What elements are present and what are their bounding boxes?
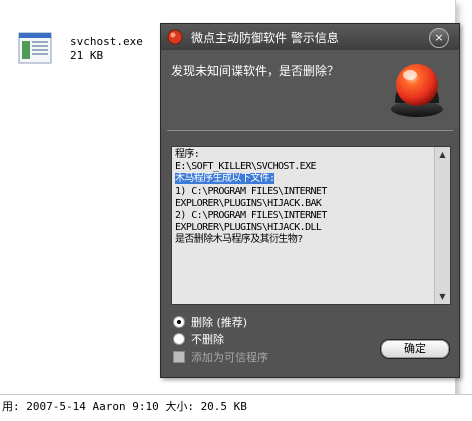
app-logo-icon [167, 29, 183, 45]
message-scrollbar[interactable]: ▲ ▼ [434, 147, 450, 304]
file-size: 21 KB [70, 49, 104, 62]
message-box[interactable]: 程序: E:\SOFT_KILLER\SVCHOST.EXE 木马程序生成以下文… [171, 146, 451, 305]
trust-checkbox-label: 添加为可信程序 [191, 351, 268, 364]
file-name: svchost.exe [70, 35, 143, 48]
scroll-down-arrow-icon[interactable]: ▼ [435, 289, 450, 304]
scroll-up-arrow-icon[interactable]: ▲ [435, 147, 450, 162]
divider [167, 130, 453, 131]
warning-dialog: 微点主动防御软件 警示信息 × 发现未知间谍软件，是否删除？ 程序: E:\SO… [160, 23, 460, 378]
dialog-header: 发现未知间谍软件，是否删除？ [161, 50, 459, 130]
message-text: 程序: E:\SOFT_KILLER\SVCHOST.EXE 木马程序生成以下文… [175, 149, 433, 247]
message-file-list: 1) C:\PROGRAM FILES\INTERNET EXPLORER\PL… [175, 185, 327, 246]
trust-checkbox [173, 351, 185, 363]
option-keep-label: 不删除 [191, 333, 224, 346]
executable-file-icon [18, 32, 52, 64]
radio-delete[interactable] [173, 316, 185, 328]
dialog-titlebar[interactable]: 微点主动防御软件 警示信息 × [161, 24, 459, 50]
radio-keep[interactable] [173, 333, 185, 345]
file-item-svchost[interactable]: svchost.exe 21 KB [18, 32, 148, 66]
ok-button[interactable]: 确定 [380, 339, 450, 359]
close-button[interactable]: × [429, 28, 449, 48]
message-highlight: 木马程序生成以下文件: [175, 173, 275, 185]
status-bar: 用: 2007-5-14 Aaron 9:10 大小: 20.5 KB [0, 394, 472, 421]
question-text: 发现未知间谍软件，是否删除？ [171, 64, 340, 78]
dialog-title: 微点主动防御软件 警示信息 [191, 31, 339, 45]
option-delete-label: 删除 (推荐) [191, 316, 248, 329]
message-program-path: 程序: E:\SOFT_KILLER\SVCHOST.EXE [175, 149, 317, 173]
status-text: 用: 2007-5-14 Aaron 9:10 大小: 20.5 KB [2, 400, 247, 413]
alarm-light-icon [386, 57, 448, 119]
